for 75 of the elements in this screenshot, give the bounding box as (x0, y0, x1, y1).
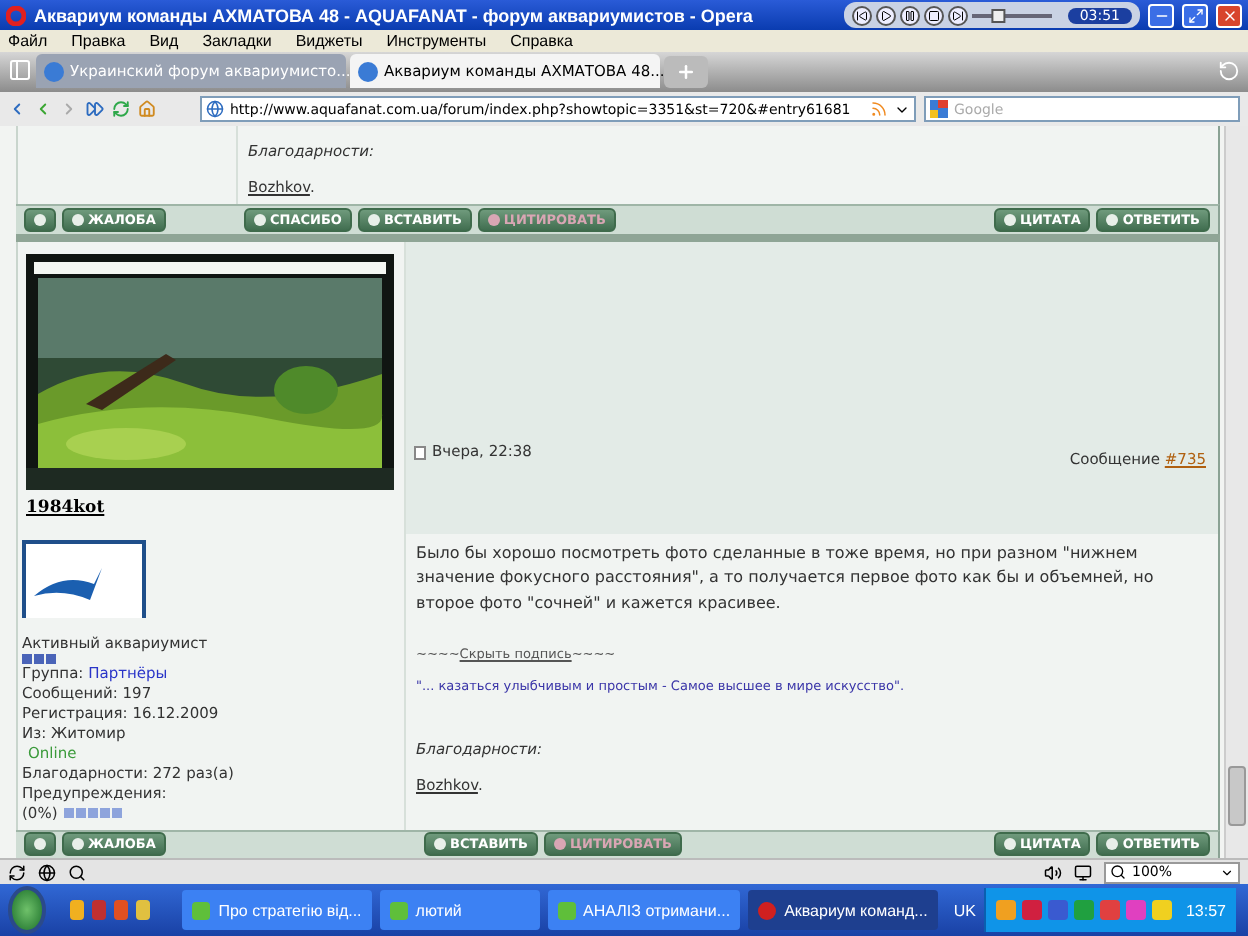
document-icon (389, 901, 408, 919)
dot-icon (34, 838, 46, 851)
taskbar-button[interactable]: АНАЛІЗ отримани... (547, 890, 741, 930)
pause-button[interactable] (899, 5, 920, 25)
clock: 13:57 (1185, 901, 1226, 919)
document-icon (557, 901, 576, 919)
dot-icon (553, 838, 566, 851)
dot-icon (72, 838, 84, 851)
dot-icon (72, 213, 84, 226)
taskbar-button[interactable]: Про стратегію від... (182, 890, 372, 930)
taskbar-button[interactable]: Аквариум команд... (748, 890, 938, 930)
next-icon (951, 9, 964, 21)
rank-pips-icon (22, 653, 58, 664)
dot-icon (487, 213, 500, 226)
close-button[interactable] (1216, 3, 1242, 27)
dot-icon (254, 213, 266, 226)
close-icon (1221, 7, 1237, 23)
browser-icon (758, 901, 777, 919)
warning-meter-icon (63, 808, 122, 819)
speaker-icon[interactable] (1044, 863, 1062, 881)
previous-icon (855, 9, 868, 21)
plus-icon (676, 62, 696, 82)
rss-icon[interactable] (870, 100, 888, 118)
icon-button[interactable] (24, 832, 56, 857)
maximize-icon (1187, 7, 1203, 23)
magnifier-icon (1110, 864, 1126, 880)
dot-icon (1003, 213, 1016, 226)
back-icon[interactable] (8, 100, 26, 118)
document-icon (192, 901, 211, 919)
maximize-button[interactable] (1182, 3, 1208, 27)
icon-button[interactable] (24, 207, 56, 232)
play-button[interactable] (875, 5, 896, 25)
menu-item[interactable]: Правка (71, 32, 126, 50)
post-text: Было бы хорошо посмотреть фото сделанные в тоже время, но при разном "нижнем значение фокусного расстояния", а то получается первое фото как бы и объемней, но второе фото "сочней" и кажется красивее. (416, 541, 1156, 616)
dot-icon (1106, 213, 1119, 226)
slider-thumb[interactable] (991, 8, 1006, 22)
dot-icon (1003, 838, 1016, 851)
dot-icon (1106, 838, 1119, 851)
scroll-bar[interactable] (1224, 126, 1248, 858)
menu-item[interactable]: Инструменты (386, 32, 487, 50)
search-engine-icon[interactable] (930, 100, 948, 118)
window-title: Аквариум команды АХМАТОВА 48 - AQUAFANAT - форум аквариумистов - Opera (34, 5, 753, 25)
sync-icon[interactable] (8, 863, 26, 881)
language-indicator[interactable]: UK (953, 901, 976, 919)
menu-item[interactable]: Виджеты (295, 32, 363, 50)
opera-logo-icon (6, 5, 26, 25)
dot-icon (434, 838, 446, 851)
search-icon[interactable] (68, 863, 86, 881)
taskbar-button[interactable]: лютий (379, 890, 540, 930)
next-button[interactable] (947, 5, 968, 25)
reload-icon[interactable] (112, 100, 130, 118)
menu-item[interactable]: Справка (510, 32, 574, 50)
network-icon[interactable] (38, 863, 56, 881)
menu-item[interactable]: Вид (149, 32, 179, 50)
author-name[interactable]: 1984kot (26, 497, 396, 518)
tray-icon[interactable] (1151, 900, 1172, 920)
pause-icon (903, 9, 916, 21)
previous-button[interactable] (851, 5, 872, 25)
display-icon[interactable] (1074, 863, 1092, 881)
play-icon (879, 9, 892, 21)
dot-icon (367, 213, 380, 226)
home-icon[interactable] (138, 100, 156, 118)
dropdown-icon[interactable] (1220, 865, 1234, 879)
panel-icon[interactable] (8, 58, 32, 82)
menu-item[interactable]: Закладки (202, 32, 272, 50)
stop-button[interactable] (923, 5, 944, 25)
logo-icon (22, 539, 146, 618)
start-button[interactable] (8, 886, 47, 934)
dot-icon (34, 213, 46, 226)
stop-icon (927, 9, 940, 21)
menu-item[interactable]: Файл (8, 32, 48, 50)
document-icon (414, 445, 426, 460)
fast-forward-icon[interactable] (86, 100, 104, 118)
closed-tabs-icon[interactable] (1218, 59, 1240, 81)
minimize-button[interactable] (1148, 3, 1174, 27)
